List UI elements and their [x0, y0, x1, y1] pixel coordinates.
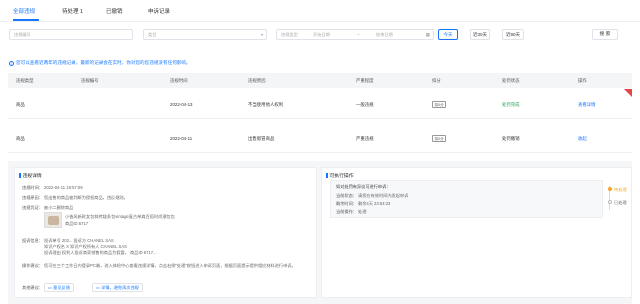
status-value: 请您在有效时间内发起申诉 — [358, 193, 409, 198]
violation-id-input[interactable]: 违规编号 — [9, 29, 133, 40]
execute-title: 可执行操作 — [326, 172, 354, 179]
row-reason: 不当使用他人权利 — [248, 102, 284, 107]
status-badge: 处罚撤销 — [502, 136, 520, 141]
learn-rules-label: 详情，避免再次违规 — [101, 285, 139, 290]
detail-title-text: 违规详情 — [22, 174, 42, 179]
done-dot — [607, 200, 612, 204]
title-bar — [326, 173, 328, 178]
desc-label: 违规原因： — [22, 195, 43, 200]
row-severity: 一般违规 — [356, 102, 374, 107]
start-date-placeholder: 开始日期 — [313, 32, 330, 37]
learn-rules-button[interactable]: ▭ 详情，避免再次违规 — [92, 283, 143, 292]
points-tag: 扣0分 — [432, 101, 447, 108]
time-label: 违规时间： — [22, 185, 43, 190]
violation-detail-panel: 违规详情 违规时间： 2022-04-11 19:57:09 违规原因： 您出售… — [14, 167, 317, 298]
info-icon: i — [9, 61, 14, 66]
violation-id-placeholder: 违规编号 — [14, 32, 31, 37]
row-time: 2022-04-13 — [170, 102, 193, 107]
feedback-button[interactable]: ▭ 意见反馈 — [44, 283, 74, 292]
tab-active-indicator — [13, 19, 39, 21]
range-separator: ~ — [357, 32, 360, 37]
feedback-label: 意见反馈 — [53, 285, 70, 290]
remain-label: 剩余时间： — [336, 201, 357, 206]
flag-corner — [624, 89, 632, 97]
status-badge: 处罚完成 — [502, 102, 520, 107]
col-points: 扣分 — [432, 78, 441, 83]
execute-panel: 可执行操作 如对处罚有异议可进行申诉： 当前状态： 请您在有效时间内发起申诉 剩… — [321, 167, 632, 298]
handle-link[interactable]: 处理 — [358, 209, 366, 215]
end-date-placeholder: 结束日期 — [376, 32, 393, 37]
row-time: 2022-04-11 — [170, 136, 193, 141]
points-tag: 扣0分 — [432, 135, 447, 142]
col-action: 操作 — [578, 78, 587, 83]
time-value: 2022-04-11 19:57:09 — [44, 185, 83, 190]
row-reason: 出售假冒商品 — [248, 136, 275, 141]
violation-page: 全部违规 待处理 1 已撤销 申诉记录 违规编号 类目 ▾ 违规类型 开始日期 … — [0, 0, 640, 304]
calendar-icon: ▦ — [425, 32, 430, 37]
col-status: 处罚状态 — [502, 78, 520, 83]
tab-appeals[interactable]: 申诉记录 — [148, 7, 170, 15]
category-select[interactable]: 类目 ▾ — [143, 29, 267, 40]
advice-label: 操作建议： — [22, 263, 43, 268]
product-thumbnail — [44, 212, 62, 228]
appeal-step-box: 如对处罚有异议可进行申诉： 当前状态： 请您在有效时间内发起申诉 剩余时间： 剩… — [330, 180, 603, 218]
range-30d-button[interactable]: 近30天 — [470, 29, 490, 40]
range-90d-button[interactable]: 近90天 — [502, 29, 524, 40]
title-bar — [19, 173, 21, 178]
desc-value: 您出售的商品被判断为侵权商品，违反规则。 — [44, 195, 128, 200]
row-type: 商品 — [16, 136, 25, 141]
execute-title-text: 可执行操作 — [329, 174, 354, 179]
advice-value: 您可在三个工作日内登录PC端，进入体检中心查看违规详情，点击右侧"处理"按钮进入… — [44, 263, 296, 268]
col-severity: 严重程度 — [356, 78, 374, 83]
status-label: 当前状态： — [336, 193, 357, 198]
evidence-label: 违规凭证： — [22, 205, 43, 210]
chevron-down-icon: ▾ — [260, 32, 263, 37]
col-time: 违规时间 — [170, 78, 188, 83]
category-placeholder: 类目 — [148, 32, 157, 37]
view-detail-link[interactable]: 查看详情 — [578, 102, 596, 108]
action-label: 当前操作： — [336, 209, 357, 214]
pending-label: 待处理 — [614, 187, 627, 192]
pending-dot — [607, 187, 612, 191]
table-row: 商品 2022-04-13 不当使用他人权利 一般违规 扣0分 处罚完成 查看详… — [8, 89, 632, 119]
product-link[interactable]: 小香风新款女包斜挎链条包vintage复古单肩百搭时尚潮包包 — [65, 214, 175, 220]
col-id: 违规编号 — [81, 78, 99, 83]
step-title: 如对处罚有异议可进行申诉： — [336, 184, 391, 189]
detail-title: 违规详情 — [19, 172, 42, 179]
complaint-label: 投诉信息： — [22, 238, 43, 243]
search-button[interactable]: 搜 索 — [592, 29, 618, 40]
collapse-link[interactable]: 收起 — [578, 136, 587, 142]
notice-text: 您可以查看近两年的违规记录，最新的记录会在实时，你对您的您违规没有任何影响。 — [16, 60, 191, 65]
col-type: 违规类型 — [16, 78, 34, 83]
done-label: 已处理 — [614, 200, 627, 205]
evidence-value: 被小二删除商品 — [44, 205, 74, 210]
other-label: 其他建议： — [22, 285, 43, 290]
row-severity: 严重违规 — [356, 136, 374, 141]
date-range-picker[interactable]: 违规类型 开始日期 ~ 结束日期 ▦ — [276, 29, 434, 40]
remain-value: 剩余4天 23:54:23 — [358, 201, 391, 206]
product-id: 商品ID:6717 — [65, 221, 89, 226]
col-reason: 违规原因 — [248, 78, 266, 83]
range-today-button[interactable]: 今天 — [438, 29, 458, 40]
table-header: 违规类型 违规编号 违规时间 违规原因 严重程度 扣分 处罚状态 操作 — [8, 73, 632, 88]
table-row: 商品 2022-04-11 出售假冒商品 严重违规 扣0分 处罚撤销 收起 — [8, 123, 632, 153]
row-type: 商品 — [16, 102, 25, 107]
tab-all[interactable]: 全部违规 — [13, 7, 35, 15]
tab-bar: 全部违规 待处理 1 已撤销 申诉记录 — [0, 0, 640, 22]
violation-type-placeholder: 违规类型 — [281, 32, 298, 37]
complaint-line: 投诉理由 权利人投诉商家销售的商品为假冒。 商品ID 6717... — [44, 250, 157, 255]
tab-revoked[interactable]: 已撤销 — [106, 7, 123, 15]
info-notice: i 您可以查看近两年的违规记录，最新的记录会在实时，你对您的您违规没有任何影响。 — [9, 60, 191, 66]
tab-pending[interactable]: 待处理 1 — [62, 7, 83, 15]
